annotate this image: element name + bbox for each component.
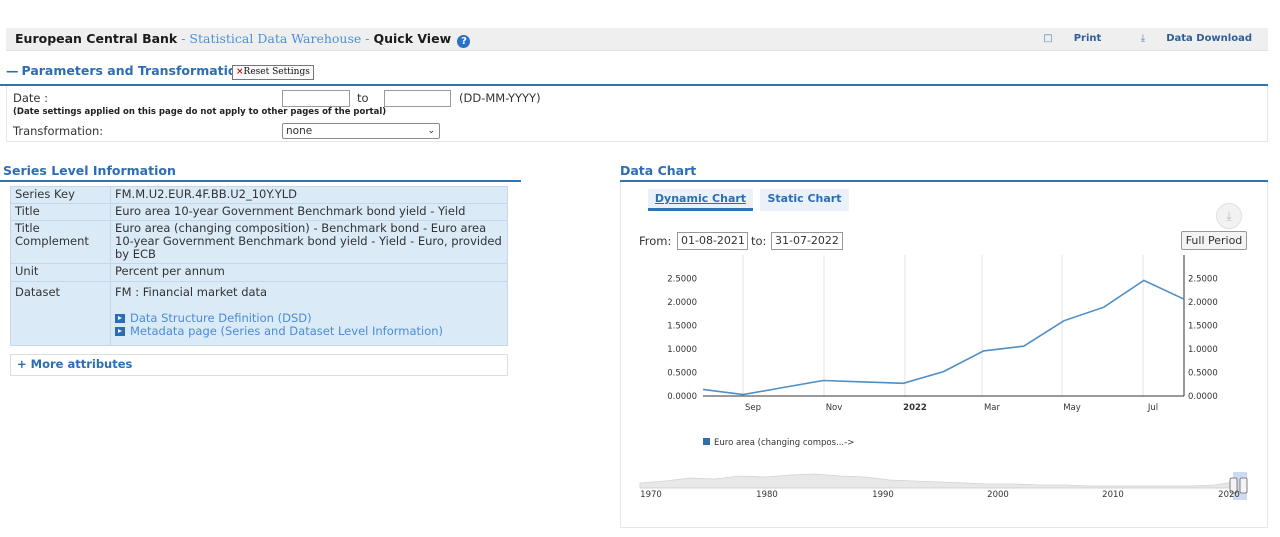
- x-tick-label: Nov: [826, 403, 843, 413]
- legend-label: Euro area (changing compos...->: [714, 438, 854, 448]
- x-tick-label: Jul: [1147, 403, 1158, 413]
- y-tick-label-left: 0.0000: [667, 392, 697, 402]
- navigator-handle-right[interactable]: [1239, 477, 1248, 494]
- navigator-year-label: 1970: [640, 490, 662, 500]
- navigator-year-label: 2010: [1102, 490, 1124, 500]
- navigator-year-label: 2020: [1218, 490, 1240, 500]
- y-tick-label-left: 2.0000: [667, 298, 697, 308]
- y-tick-label-right: 1.5000: [1188, 322, 1218, 332]
- chart-grid: [742, 255, 1144, 396]
- navigator-year-label: 1990: [872, 490, 894, 500]
- chart-navigator[interactable]: 1970 1980 1990 2000 2010 2020: [639, 472, 1248, 500]
- navigator-year-label: 2000: [987, 490, 1009, 500]
- y-tick-label-left: 2.5000: [667, 275, 697, 285]
- x-tick-label: May: [1063, 403, 1081, 413]
- chart-axes: Sep Nov 2022 Mar May Jul 0.0000 0.0000 0.5000 0.5…: [667, 255, 1218, 413]
- x-tick-label: Mar: [984, 403, 1001, 413]
- navigator-labels: 1970 1980 1990 2000 2010 2020: [640, 490, 1240, 500]
- y-tick-label-right: 0.0000: [1188, 392, 1218, 402]
- x-tick-label: Sep: [745, 403, 761, 413]
- x-tick-label: 2022: [903, 403, 927, 413]
- y-tick-label-left: 1.5000: [667, 322, 697, 332]
- y-tick-label-right: 1.0000: [1188, 345, 1218, 355]
- navigator-year-label: 1980: [756, 490, 778, 500]
- y-tick-label-right: 2.5000: [1188, 275, 1218, 285]
- chart-legend[interactable]: Euro area (changing compos...->: [703, 438, 854, 448]
- y-tick-label-left: 1.0000: [667, 345, 697, 355]
- series-line: [702, 279, 1185, 396]
- line-chart: Sep Nov 2022 Mar May Jul 0.0000 0.0000 0.5000 0.5…: [639, 255, 1248, 500]
- legend-swatch: [703, 438, 710, 445]
- navigator-area: [639, 473, 1234, 489]
- y-tick-label-right: 0.5000: [1188, 369, 1218, 379]
- y-tick-label-right: 2.0000: [1188, 298, 1218, 308]
- y-tick-label-left: 0.5000: [667, 369, 697, 379]
